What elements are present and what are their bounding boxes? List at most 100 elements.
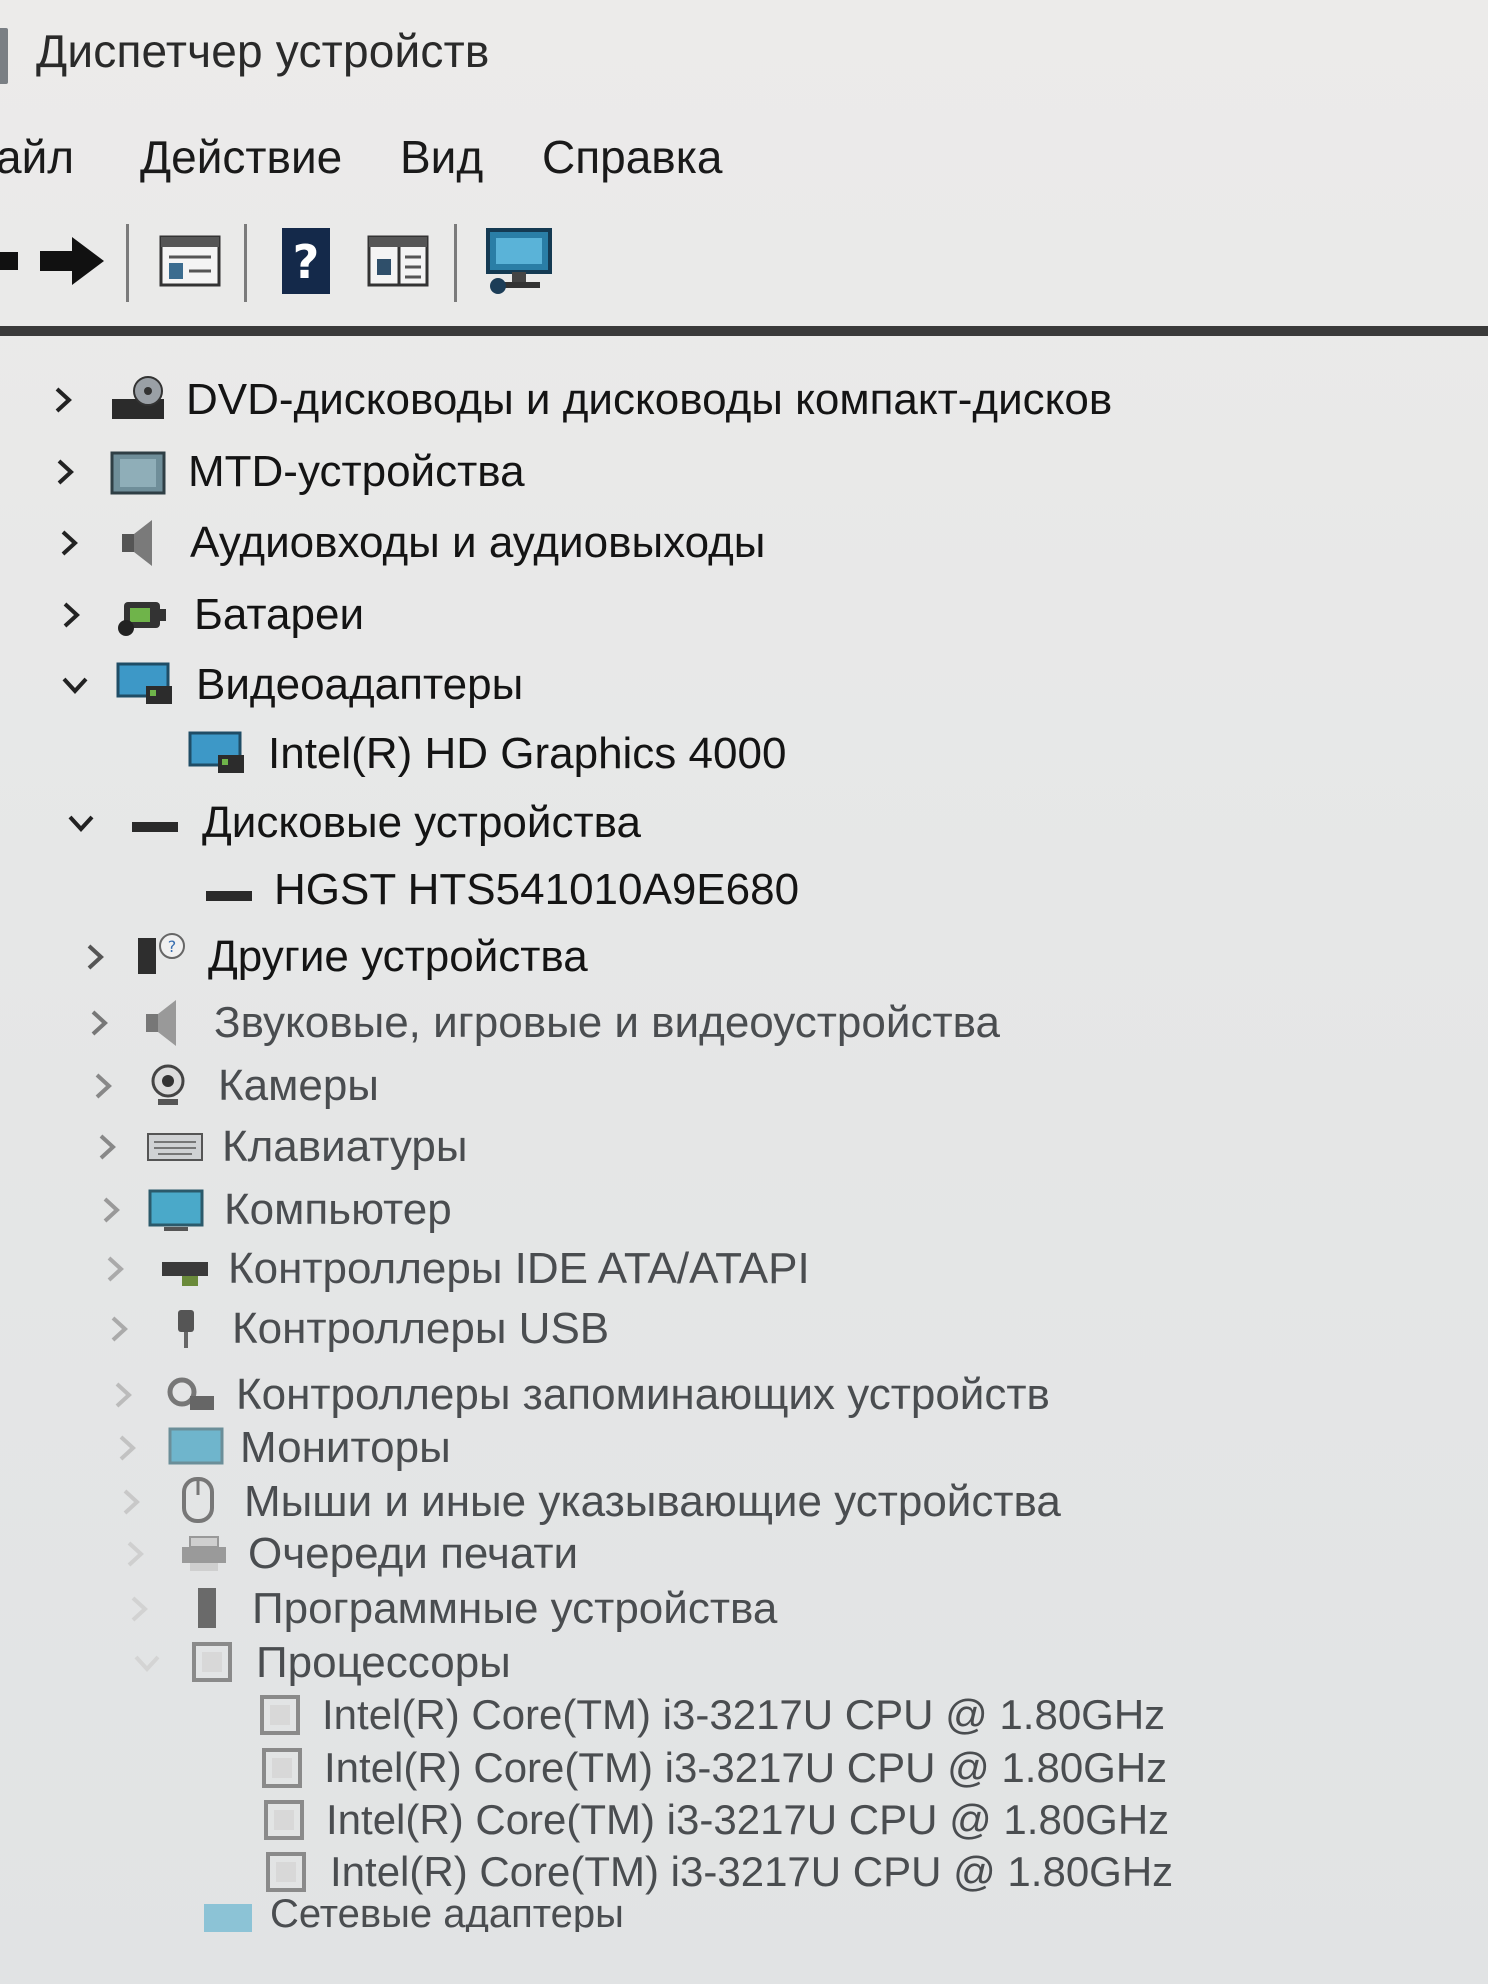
chevron-right-icon[interactable] (80, 942, 110, 972)
tree-item-label: Контроллеры USB (232, 1304, 610, 1353)
chevron-right-icon[interactable] (96, 1195, 126, 1225)
tree-item-keyboards[interactable]: Клавиатуры (0, 1116, 1300, 1178)
chevron-right-icon[interactable] (54, 528, 84, 558)
tree-item-label: Контроллеры запоминающих устройств (236, 1370, 1050, 1419)
chevron-right-icon[interactable] (100, 1254, 130, 1284)
tree-item-label: Intel(R) Core(TM) i3-3217U CPU @ 1.80GHz (322, 1691, 1166, 1738)
tree-item-label: Процессоры (256, 1638, 511, 1687)
processor-icon (260, 1695, 300, 1735)
tree-item-label: Очереди печати (248, 1529, 579, 1578)
tree-item-label: Другие устройства (208, 932, 588, 981)
tree-item-label: Программные устройства (252, 1584, 778, 1633)
tree-item-label: Intel(R) HD Graphics 4000 (268, 729, 787, 778)
tree-item-cameras[interactable]: Камеры (0, 1055, 1300, 1117)
unknown-device-icon: ? (138, 933, 185, 974)
tree-item-batteries[interactable]: Батареи (0, 584, 1300, 646)
tree-item-label: Компьютер (224, 1185, 452, 1234)
tree-item-label: Контроллеры IDE ATA/ATAPI (228, 1244, 810, 1293)
chevron-down-icon[interactable] (132, 1648, 162, 1678)
mtd-device-icon (110, 451, 166, 495)
device-tree: DVD-дисководы и дисководы компакт-дисков… (0, 336, 1488, 1984)
menu-file[interactable]: айл (0, 130, 74, 184)
storage-controller-icon (167, 1377, 214, 1410)
chevron-right-icon[interactable] (50, 457, 80, 487)
chevron-right-icon[interactable] (88, 1071, 118, 1101)
back-arrow-icon[interactable] (0, 226, 20, 296)
toolbar-separator (454, 224, 457, 302)
chevron-right-icon[interactable] (124, 1594, 154, 1624)
tree-item-display-adapters[interactable]: Видеоадаптеры (0, 654, 1300, 716)
chevron-right-icon[interactable] (116, 1487, 146, 1517)
tree-item-label: MTD-устройства (188, 447, 525, 496)
tree-item-ide-controllers[interactable]: Контроллеры IDE ATA/ATAPI (0, 1238, 1300, 1300)
title-bar: Диспетчер устройств (0, 0, 1488, 118)
chevron-right-icon[interactable] (120, 1539, 150, 1569)
tree-item-label: Батареи (194, 590, 365, 639)
tree-item-sound-video-game[interactable]: Звуковые, игровые и видеоустройства (0, 992, 1300, 1054)
display-adapter-icon (116, 662, 172, 704)
tree-item-label: Камеры (218, 1061, 379, 1110)
chevron-right-icon[interactable] (92, 1132, 122, 1162)
tree-item-label: Клавиатуры (222, 1122, 468, 1171)
tree-item-computer[interactable]: Компьютер (0, 1179, 1300, 1241)
details-pane-icon[interactable] (360, 226, 436, 296)
ide-controller-icon (162, 1262, 208, 1286)
usb-icon (178, 1310, 194, 1348)
chevron-right-icon[interactable] (84, 1008, 114, 1038)
help-icon[interactable]: ? (276, 226, 336, 296)
chevron-right-icon[interactable] (104, 1314, 134, 1344)
disk-drive-icon (206, 891, 252, 901)
tree-item-hgst-disk[interactable]: HGST HTS541010A9E680 (0, 859, 1300, 921)
tree-item-network-adapters[interactable]: Сетевые адаптеры (0, 1892, 1300, 1932)
tree-item-label: Аудиовходы и аудиовыходы (190, 518, 766, 567)
processor-icon (262, 1748, 302, 1788)
tree-item-audio-io[interactable]: Аудиовходы и аудиовыходы (0, 512, 1300, 574)
tree-item-label: Сетевые адаптеры (270, 1892, 624, 1932)
display-adapter-icon (188, 731, 244, 773)
toolbar-divider (0, 326, 1488, 336)
svg-text:?: ? (168, 937, 177, 956)
processor-icon (266, 1852, 306, 1892)
svg-text:?: ? (293, 235, 320, 289)
tree-item-label: DVD-дисководы и дисководы компакт-дисков (186, 375, 1113, 424)
mouse-icon (182, 1477, 214, 1523)
tree-item-label: HGST HTS541010A9E680 (274, 865, 800, 914)
tree-item-label: Дисковые устройства (202, 798, 641, 847)
tree-item-label: Видеоадаптеры (196, 660, 524, 709)
tree-item-usb-controllers[interactable]: Контроллеры USB (0, 1298, 1300, 1360)
device-manager-app-icon (0, 28, 8, 84)
tree-item-intel-hd-graphics[interactable]: Intel(R) HD Graphics 4000 (0, 723, 1300, 785)
tree-item-print-queues[interactable]: Очереди печати (0, 1523, 1300, 1585)
tree-item-label: Intel(R) Core(TM) i3-3217U CPU @ 1.80GHz (330, 1848, 1174, 1895)
toolbar-separator (244, 224, 247, 302)
chevron-right-icon[interactable] (48, 385, 78, 415)
menu-action[interactable]: Действие (140, 130, 342, 184)
tree-item-mtd-devices[interactable]: MTD-устройства (0, 441, 1300, 503)
network-adapter-icon (204, 1904, 252, 1932)
tree-item-label: Звуковые, игровые и видеоустройства (214, 998, 1000, 1047)
processor-icon (192, 1642, 232, 1682)
toolbar-separator (126, 224, 129, 302)
computer-icon (148, 1189, 204, 1231)
chevron-down-icon[interactable] (60, 670, 90, 700)
menu-view[interactable]: Вид (400, 130, 483, 184)
properties-window-icon[interactable] (152, 226, 228, 296)
chevron-right-icon[interactable] (56, 600, 86, 630)
tree-item-label: Intel(R) Core(TM) i3-3217U CPU @ 1.80GHz (326, 1796, 1170, 1843)
keyboard-icon (147, 1133, 203, 1161)
chevron-right-icon[interactable] (108, 1380, 138, 1410)
tree-item-software-devices[interactable]: Программные устройства (0, 1578, 1300, 1640)
camera-icon (151, 1064, 185, 1105)
disk-drive-icon (132, 822, 178, 832)
tree-item-monitors[interactable]: Мониторы (0, 1417, 1300, 1479)
menu-help[interactable]: Справка (542, 130, 722, 184)
monitor-scan-icon[interactable] (482, 226, 558, 296)
tree-item-disk-drives[interactable]: Дисковые устройства (0, 792, 1300, 854)
chevron-right-icon[interactable] (112, 1433, 142, 1463)
tree-item-other-devices[interactable]: ? Другие устройства (0, 926, 1300, 988)
dvd-drive-icon (112, 376, 164, 419)
tree-item-dvd-drives[interactable]: DVD-дисководы и дисководы компакт-дисков (0, 369, 1300, 431)
speaker-icon (146, 1000, 176, 1046)
forward-arrow-icon[interactable] (36, 226, 110, 296)
chevron-down-icon[interactable] (66, 808, 96, 838)
